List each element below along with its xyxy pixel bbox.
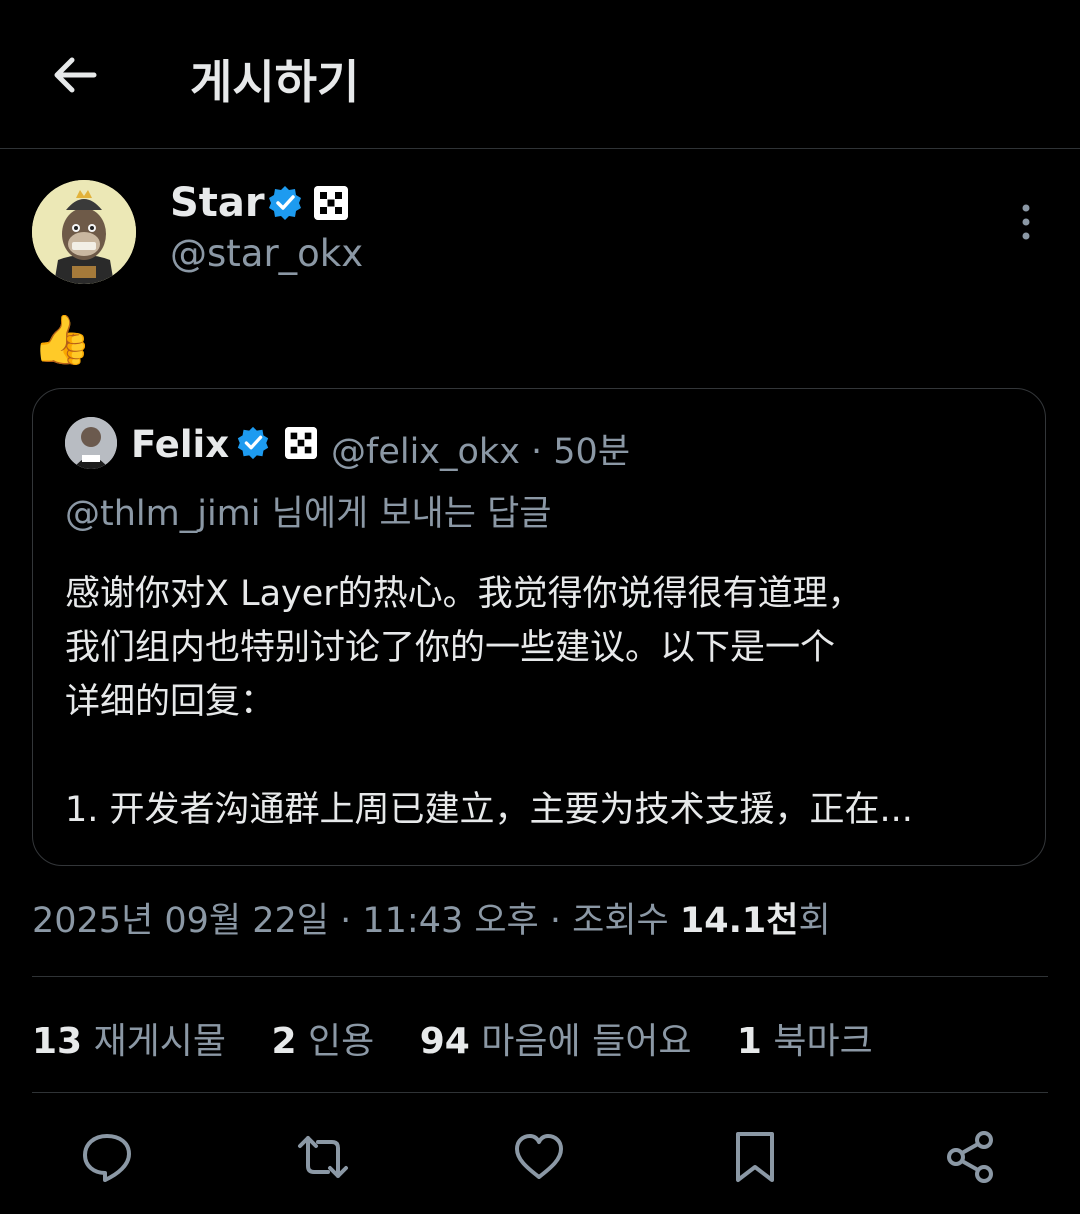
quoted-handle-time: @felix_okx · 50분 (331, 432, 631, 472)
more-vertical-icon[interactable] (1010, 202, 1042, 242)
quoted-text-line (65, 729, 1025, 783)
bookmark-icon[interactable] (728, 1130, 782, 1184)
author-handle[interactable]: @star_okx (170, 232, 363, 275)
top-bar: 게시하기 (0, 0, 1080, 149)
reposts-stat[interactable]: 13 재게시물 (32, 1021, 226, 1062)
quoted-text-line: 1. 开发者沟通群上周已建立，主要为技术支援，正在... (65, 790, 913, 830)
view-count-suffix: 회 (798, 901, 831, 941)
quotes-count: 2 (271, 1021, 297, 1062)
author-avatar[interactable] (32, 180, 136, 284)
bookmarks-stat[interactable]: 1 북마크 (737, 1021, 873, 1062)
author-name[interactable]: Star (170, 180, 265, 226)
quoted-author-name: Felix (131, 423, 230, 466)
like-icon[interactable] (512, 1130, 566, 1184)
quoted-text-line: 我们组内也特别讨论了你的一些建议。以下是一个 (65, 628, 836, 668)
thumbs-up-emoji: 👍 (32, 312, 92, 368)
okx-badge-icon (314, 186, 348, 220)
quotes-stat[interactable]: 2 인용 (272, 1021, 375, 1062)
bookmarks-label: 북마크 (773, 1021, 873, 1062)
divider (32, 1092, 1048, 1093)
quoted-text-line: 详细的回复： (65, 682, 276, 722)
reposts-label: 재게시물 (93, 1021, 227, 1062)
page-title: 게시하기 (190, 55, 360, 109)
likes-count: 94 (419, 1021, 470, 1062)
okx-badge-icon (285, 427, 317, 459)
likes-stat[interactable]: 94 마음에 들어요 (420, 1021, 692, 1062)
person-avatar-icon (65, 417, 117, 469)
verified-badge-icon (237, 426, 269, 460)
engagement-stats: 13 재게시물 2 인용 94 마음에 들어요 1 북마크 (32, 1012, 907, 1064)
back-arrow-icon[interactable] (48, 48, 102, 102)
timestamp-text: 2025년 09월 22일 · 11:43 오후 · 조회수 (32, 901, 680, 941)
reply-icon[interactable] (80, 1130, 134, 1184)
quoted-text-line: 感谢你对X Layer的热心。我觉得你说得很有道理， (65, 574, 863, 614)
reposts-count: 13 (32, 1021, 83, 1062)
repost-icon[interactable] (296, 1130, 350, 1184)
reply-to-label: @thlm_jimi 님에게 보내는 답글 (65, 494, 552, 534)
verified-badge-icon (269, 186, 301, 220)
quotes-label: 인용 (308, 1021, 375, 1062)
bookmarks-count: 1 (736, 1021, 762, 1062)
share-icon[interactable] (944, 1130, 998, 1184)
quoted-text: 感谢你对X Layer的热心。我觉得你说得很有道理， 我们组内也特别讨论了你的一… (65, 567, 1025, 837)
post-timestamp: 2025년 09월 22일 · 11:43 오후 · 조회수 14.1천회 (32, 892, 831, 943)
likes-label: 마음에 들어요 (481, 1021, 692, 1062)
ape-avatar-icon (32, 180, 136, 284)
divider (32, 976, 1048, 977)
view-count: 14.1천 (679, 901, 799, 941)
quoted-author-avatar (65, 417, 117, 469)
quoted-post[interactable]: Felix @felix_okx · 50분 @thlm_jimi 님에게 보내… (32, 388, 1046, 866)
